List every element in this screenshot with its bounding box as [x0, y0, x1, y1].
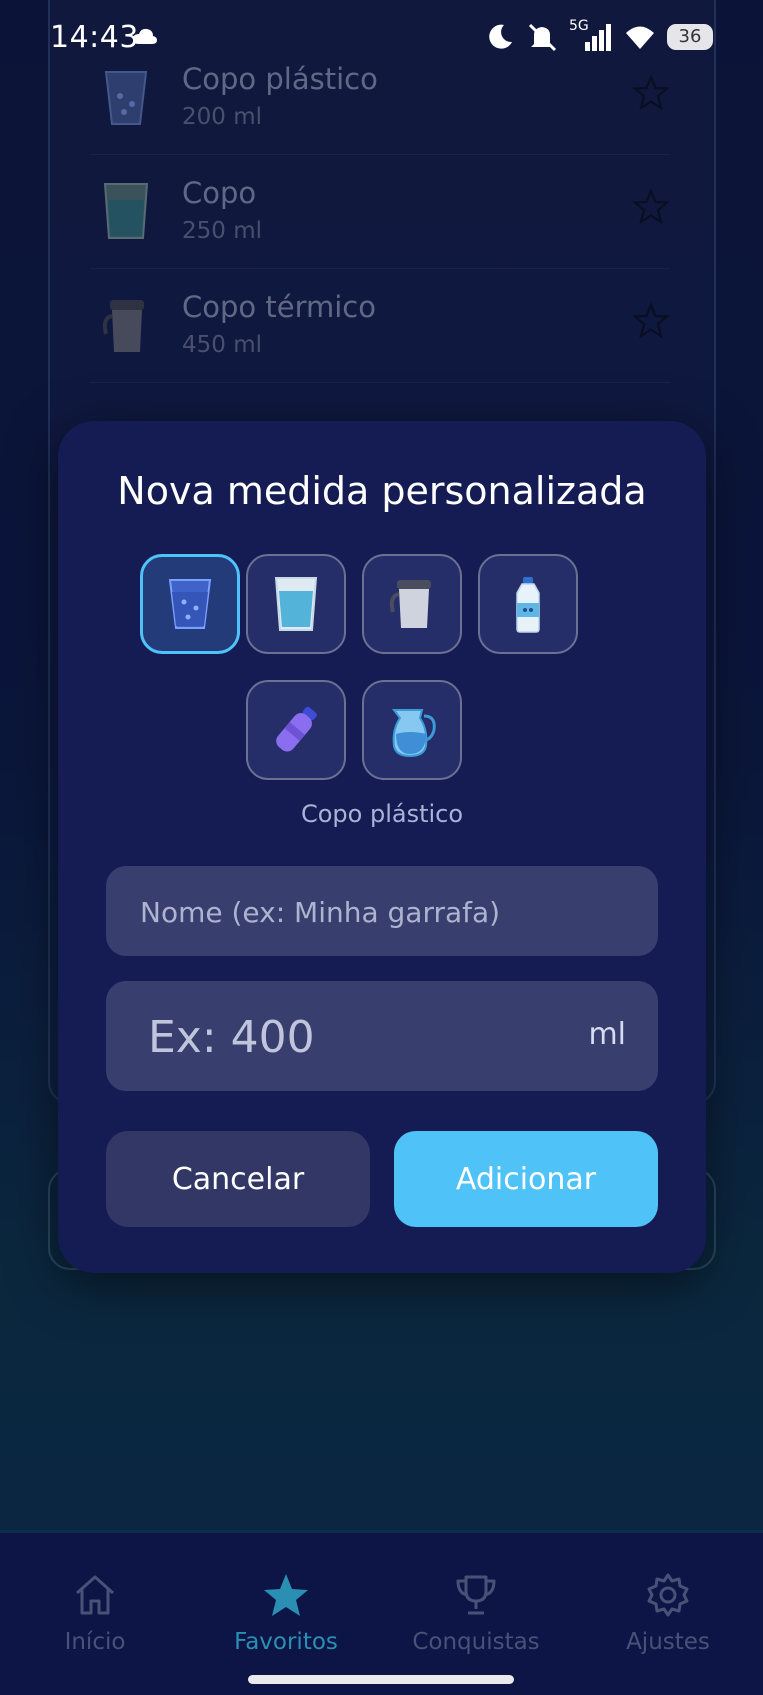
status-time: 14:43 [50, 20, 139, 55]
icon-option-water-bottle[interactable] [478, 554, 578, 654]
add-button[interactable]: Adicionar [394, 1131, 658, 1227]
nav-label: Favoritos [234, 1629, 338, 1655]
nav-item-favorites[interactable]: Favoritos [206, 1571, 366, 1655]
thermal-cup-icon [389, 580, 431, 628]
amount-input[interactable] [146, 981, 550, 1093]
mute-icon [528, 23, 557, 52]
nav-label: Ajustes [626, 1629, 710, 1655]
icon-option-plastic-cup[interactable] [140, 554, 240, 654]
home-icon [76, 1575, 114, 1615]
status-bar: 14:43 5G 36 [0, 0, 763, 78]
dialog-title: Nova medida personalizada [117, 469, 647, 513]
home-indicator[interactable] [248, 1675, 514, 1684]
moon-icon [489, 24, 512, 49]
icon-option-sports-bottle[interactable] [246, 680, 346, 780]
amount-field[interactable]: ml [106, 981, 658, 1093]
icon-option-glass[interactable] [246, 554, 346, 654]
jug-icon [392, 709, 436, 758]
nav-item-achievements[interactable]: Conquistas [396, 1571, 556, 1655]
nav-label: Conquistas [412, 1629, 540, 1655]
cancel-button[interactable]: Cancelar [106, 1131, 370, 1227]
sports-bottle-icon [276, 706, 317, 752]
signal-icon: 5G [569, 18, 613, 52]
custom-measure-dialog: Nova medida personalizada Copo plástico … [58, 421, 706, 1273]
unit-label: ml [588, 1017, 626, 1052]
battery-level: 36 [678, 26, 702, 47]
cloud-icon [133, 28, 157, 44]
star-icon [264, 1574, 308, 1616]
icon-option-thermal-cup[interactable] [362, 554, 462, 654]
nav-item-home[interactable]: Início [15, 1571, 175, 1655]
gear-icon [647, 1573, 689, 1617]
water-bottle-icon [516, 577, 540, 633]
bottom-nav: Início Favoritos Conquistas Ajustes [0, 1533, 763, 1695]
nav-item-settings[interactable]: Ajustes [588, 1571, 748, 1655]
selected-icon-label: Copo plástico [300, 800, 464, 828]
wifi-icon [626, 26, 654, 49]
nav-label: Início [64, 1629, 126, 1655]
plastic-cup-icon [168, 579, 212, 629]
name-input[interactable] [138, 866, 642, 958]
battery-icon: 36 [667, 24, 713, 50]
name-field[interactable] [106, 866, 658, 958]
glass-icon [274, 577, 318, 631]
trophy-icon [456, 1575, 496, 1615]
icon-option-jug[interactable] [362, 680, 462, 780]
